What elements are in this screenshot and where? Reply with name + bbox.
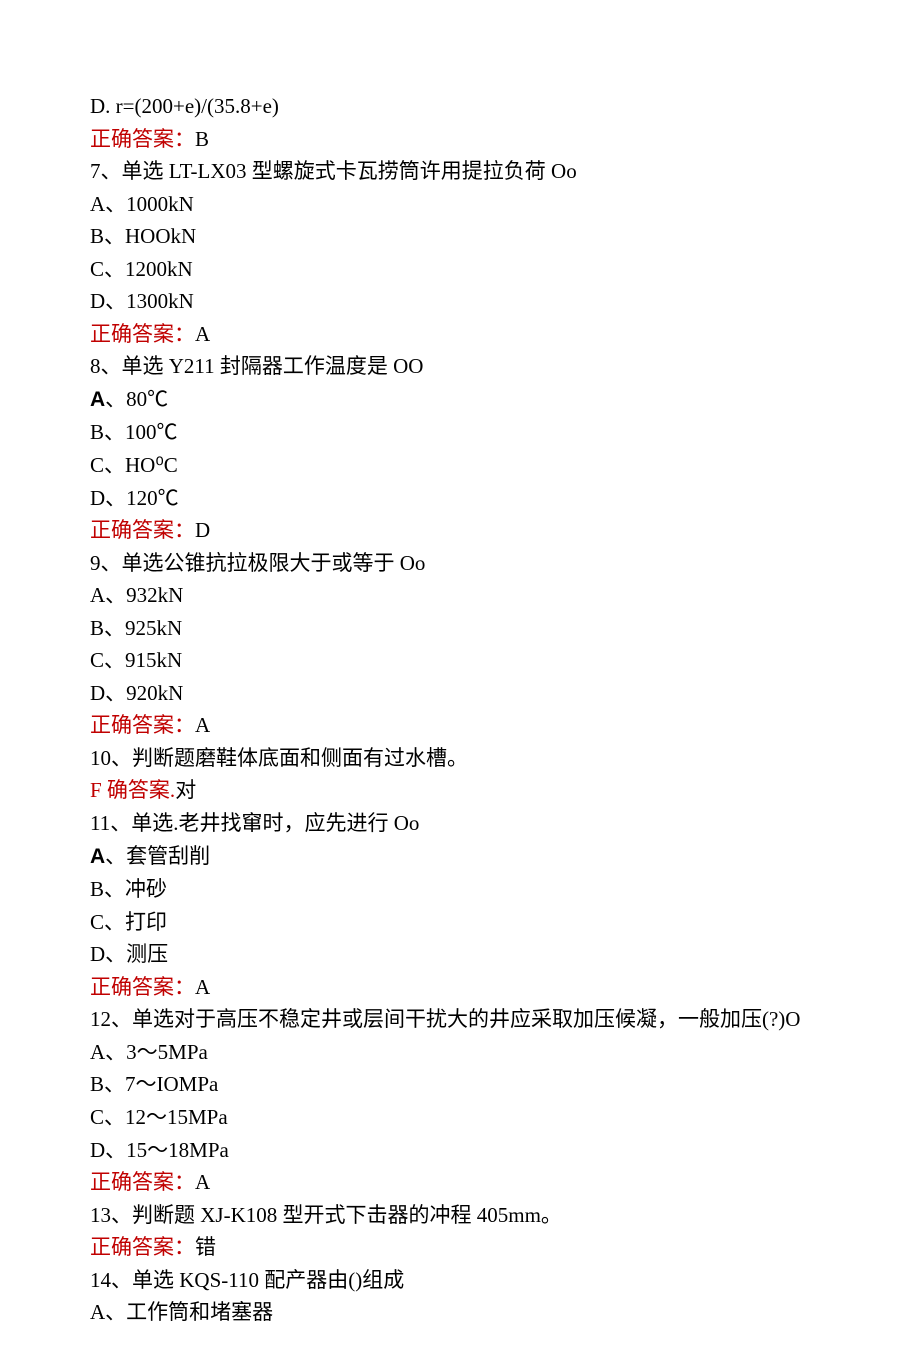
q13-answer-line: 正确答案：错: [90, 1231, 830, 1264]
q10-answer-line: F 确答案.对: [90, 774, 830, 807]
q8-answer-label: 正确答案：: [90, 518, 195, 542]
q8-option-b: B、100℃: [90, 416, 830, 449]
q12-option-b: B、7～IOMPa: [90, 1068, 830, 1101]
q9-option-d: D、920kN: [90, 677, 830, 710]
q13-stem: 13、判断题 XJ-K108 型开式下击器的冲程 405mm。: [90, 1199, 830, 1232]
q8-option-d: D、120℃: [90, 482, 830, 515]
q11-option-c: C、打印: [90, 906, 830, 939]
q9-answer-line: 正确答案：A: [90, 709, 830, 742]
q8-option-a-letter: A: [90, 388, 105, 411]
q7-stem: 7、单选 LT-LX03 型螺旋式卡瓦捞筒许用提拉负荷 Oo: [90, 155, 830, 188]
q9-option-a: A、932kN: [90, 579, 830, 612]
q9-answer-value: A: [195, 713, 210, 737]
q11-option-b: B、冲砂: [90, 873, 830, 906]
q8-answer-value: D: [195, 518, 210, 542]
q12-option-c: C、12～15MPa: [90, 1101, 830, 1134]
q11-option-d: D、测压: [90, 938, 830, 971]
q9-answer-label: 正确答案：: [90, 713, 195, 737]
q6-answer-line: 正确答案：B: [90, 123, 830, 156]
q7-answer-line: 正确答案：A: [90, 318, 830, 351]
q7-option-c: C、1200kN: [90, 253, 830, 286]
q12-answer-line: 正确答案：A: [90, 1166, 830, 1199]
q10-stem: 10、判断题磨鞋体底面和侧面有过水槽。: [90, 742, 830, 775]
q14-option-a: A、工作筒和堵塞器: [90, 1296, 830, 1329]
q10-answer-label: F 确答案.: [90, 778, 175, 802]
q11-answer-label: 正确答案：: [90, 975, 195, 999]
q7-option-a: A、1000kN: [90, 188, 830, 221]
q8-answer-line: 正确答案：D: [90, 514, 830, 547]
q6-option-d: D. r=(200+e)/(35.8+e): [90, 90, 830, 123]
q8-option-a: A、80℃: [90, 383, 830, 417]
q10-answer-value: 对: [175, 778, 196, 802]
q13-answer-value: 错: [195, 1235, 216, 1259]
q13-answer-label: 正确答案：: [90, 1235, 195, 1259]
q12-stem: 12、单选对于高压不稳定井或层间干扰大的井应采取加压候凝，一般加压(?)O: [90, 1003, 830, 1036]
q11-answer-value: A: [195, 975, 210, 999]
q7-option-d: D、1300kN: [90, 285, 830, 318]
q12-option-a: A、3～5MPa: [90, 1036, 830, 1069]
q6-answer-label: 正确答案：: [90, 127, 195, 151]
q9-option-c: C、915kN: [90, 644, 830, 677]
q11-answer-line: 正确答案：A: [90, 971, 830, 1004]
q11-option-a: A、套管刮削: [90, 840, 830, 874]
q6-answer-value: B: [195, 127, 209, 151]
q8-option-c: C、HO⁰C: [90, 449, 830, 482]
q12-option-d: D、15～18MPa: [90, 1134, 830, 1167]
q12-answer-value: A: [195, 1170, 210, 1194]
q9-stem: 9、单选公锥抗拉极限大于或等于 Oo: [90, 547, 830, 580]
q11-option-a-letter: A: [90, 845, 105, 868]
q9-option-b: B、925kN: [90, 612, 830, 645]
q8-stem: 8、单选 Y211 封隔器工作温度是 OO: [90, 350, 830, 383]
q14-stem: 14、单选 KQS-110 配产器由()组成: [90, 1264, 830, 1297]
q8-option-a-text: 、80℃: [105, 387, 168, 411]
q11-stem: 11、单选.老井找窜时，应先进行 Oo: [90, 807, 830, 840]
q7-option-b: B、HOOkN: [90, 220, 830, 253]
q12-answer-label: 正确答案：: [90, 1170, 195, 1194]
q11-option-a-text: 、套管刮削: [105, 844, 210, 868]
q7-answer-label: 正确答案：: [90, 322, 195, 346]
q7-answer-value: A: [195, 322, 210, 346]
